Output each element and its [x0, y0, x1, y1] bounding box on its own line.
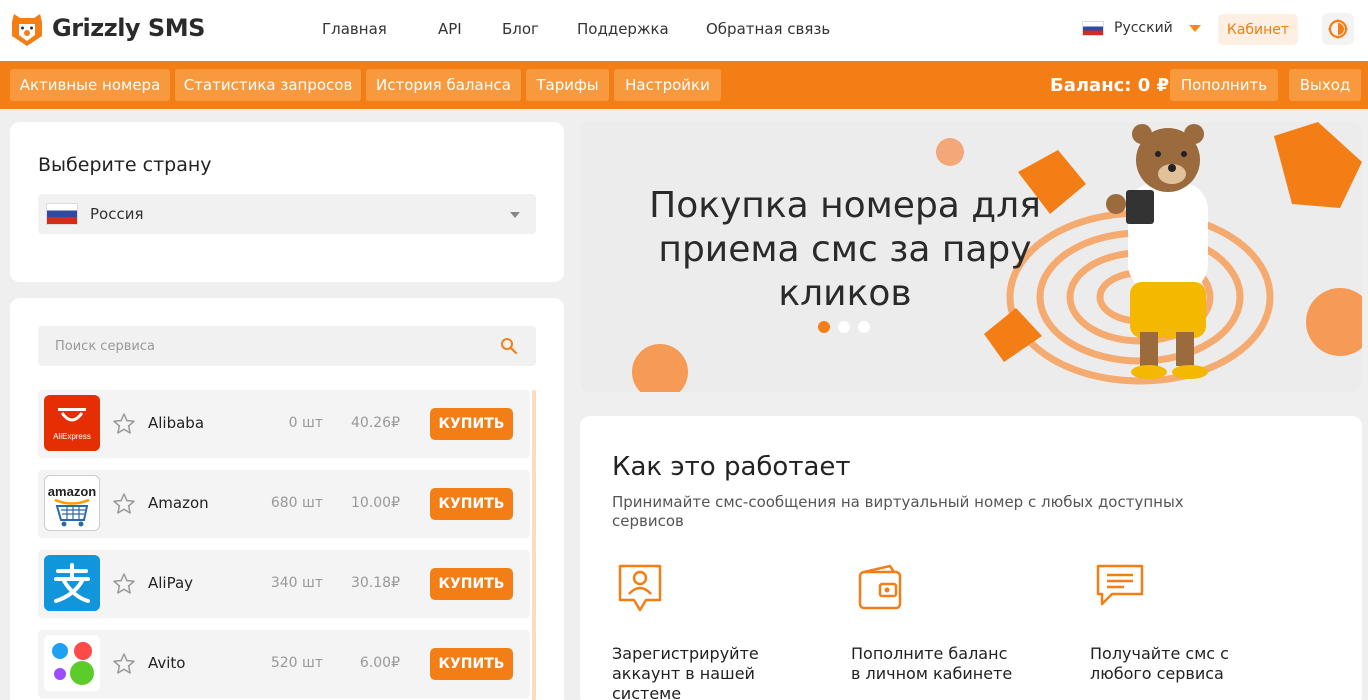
service-quantity: 340 шт	[270, 575, 323, 591]
aliexpress-logo: AliExpress	[44, 395, 100, 451]
buy-button[interactable]: КУПИТЬ	[430, 568, 513, 600]
message-icon	[1096, 564, 1144, 606]
language-selector[interactable]: Русский	[1082, 20, 1201, 36]
country-heading: Выберите страну	[38, 154, 212, 176]
nav-home[interactable]: Главная	[322, 20, 387, 38]
chevron-down-icon	[1188, 24, 1201, 32]
top-header: Grizzly SMS Главная API Блог Поддержка О…	[0, 0, 1368, 61]
tab-tariffs[interactable]: Тарифы	[526, 69, 609, 101]
banner-dot-1[interactable]	[818, 321, 830, 333]
service-name: Avito	[148, 654, 186, 672]
search-icon[interactable]	[500, 337, 518, 355]
balance-display: Баланс: 0 ₽	[1050, 75, 1170, 96]
amazon-logo: amazon	[44, 475, 100, 531]
user-card-icon	[618, 564, 662, 612]
service-quantity: 520 шт	[270, 655, 323, 671]
theme-toggle-button[interactable]	[1322, 13, 1354, 45]
brand-logo[interactable]: Grizzly SMS	[10, 8, 205, 48]
service-price: 30.18₽	[351, 575, 400, 591]
avito-logo	[44, 635, 100, 691]
nav-support[interactable]: Поддержка	[577, 20, 669, 38]
service-price: 10.00₽	[351, 495, 400, 511]
search-input[interactable]	[38, 326, 458, 366]
service-row-alibaba: AliExpress Alibaba 0 шт 40.26₽ КУПИТЬ	[38, 390, 530, 458]
russia-flag-icon	[1082, 20, 1104, 36]
service-name: Alibaba	[148, 414, 205, 432]
country-select[interactable]: Россия	[38, 194, 536, 234]
services-card: AliExpress Alibaba 0 шт 40.26₽ КУПИТЬ am…	[10, 298, 564, 700]
step-topup-text: Пополните баланс в личном кабинете	[851, 644, 1013, 683]
svg-text:amazon: amazon	[48, 484, 96, 499]
wallet-icon	[858, 564, 902, 610]
step-receive-text: Получайте смс с любого сервиса	[1090, 644, 1229, 683]
service-name: AliPay	[148, 574, 194, 592]
country-selected: Россия	[90, 205, 144, 223]
language-label: Русский	[1114, 20, 1173, 36]
banner-title: Покупка номера для приема смс за пару кл…	[649, 185, 1041, 314]
nav-api[interactable]: API	[438, 20, 462, 38]
svg-text:AliExpress: AliExpress	[53, 432, 91, 441]
tab-active-numbers[interactable]: Активные номера	[10, 69, 170, 101]
service-row-amazon: amazon Amazon 680 шт 10.00₽ КУПИТЬ	[38, 470, 530, 538]
services-scrollbar[interactable]	[532, 390, 536, 700]
service-row-avito: Avito 520 шт 6.00₽ КУПИТЬ	[38, 630, 530, 698]
bear-head-icon	[12, 14, 42, 46]
favorite-star-icon[interactable]	[112, 492, 136, 516]
banner-pagination	[818, 321, 870, 333]
service-row-alipay: AliPay 340 шт 30.18₽ КУПИТЬ	[38, 550, 530, 618]
how-subtitle: Принимайте смс-сообщения на виртуальный …	[612, 493, 1184, 530]
tab-settings[interactable]: Настройки	[614, 69, 721, 101]
service-price: 6.00₽	[359, 655, 400, 671]
favorite-star-icon[interactable]	[112, 412, 136, 436]
how-title: Как это работает	[612, 452, 851, 482]
logout-button[interactable]: Выход	[1289, 69, 1361, 101]
promo-banner: Покупка номера для приема смс за пару кл…	[580, 122, 1362, 392]
tab-balance-history[interactable]: История баланса	[366, 69, 521, 101]
buy-button[interactable]: КУПИТЬ	[430, 648, 513, 680]
banner-dot-3[interactable]	[858, 321, 870, 333]
country-card: Выберите страну Россия	[10, 122, 564, 282]
account-menu-bar: Активные номера Статистика запросов Исто…	[0, 61, 1368, 109]
service-quantity: 680 шт	[270, 495, 323, 511]
favorite-star-icon[interactable]	[112, 652, 136, 676]
step-register-text: Зарегистрируйте аккаунт в нашей системе	[612, 644, 759, 700]
nav-blog[interactable]: Блог	[502, 20, 539, 38]
theme-toggle-icon	[1328, 19, 1348, 39]
cabinet-button[interactable]: Кабинет	[1218, 14, 1298, 45]
alipay-logo	[44, 555, 100, 611]
service-price: 40.26₽	[351, 415, 400, 431]
russia-flag-icon	[46, 203, 78, 225]
favorite-star-icon[interactable]	[112, 572, 136, 596]
buy-button[interactable]: КУПИТЬ	[430, 488, 513, 520]
service-name: Amazon	[148, 494, 209, 512]
chevron-down-icon	[510, 212, 520, 218]
service-search	[38, 326, 536, 366]
buy-button[interactable]: КУПИТЬ	[430, 408, 513, 440]
tab-request-stats[interactable]: Статистика запросов	[175, 69, 361, 101]
how-it-works-card: Как это работает Принимайте смс-сообщени…	[580, 416, 1362, 700]
service-quantity: 0 шт	[288, 415, 323, 431]
banner-dot-2[interactable]	[838, 321, 850, 333]
topup-button[interactable]: Пополнить	[1170, 69, 1278, 101]
brand-name: Grizzly SMS	[52, 14, 205, 42]
nav-feedback[interactable]: Обратная связь	[706, 20, 830, 38]
